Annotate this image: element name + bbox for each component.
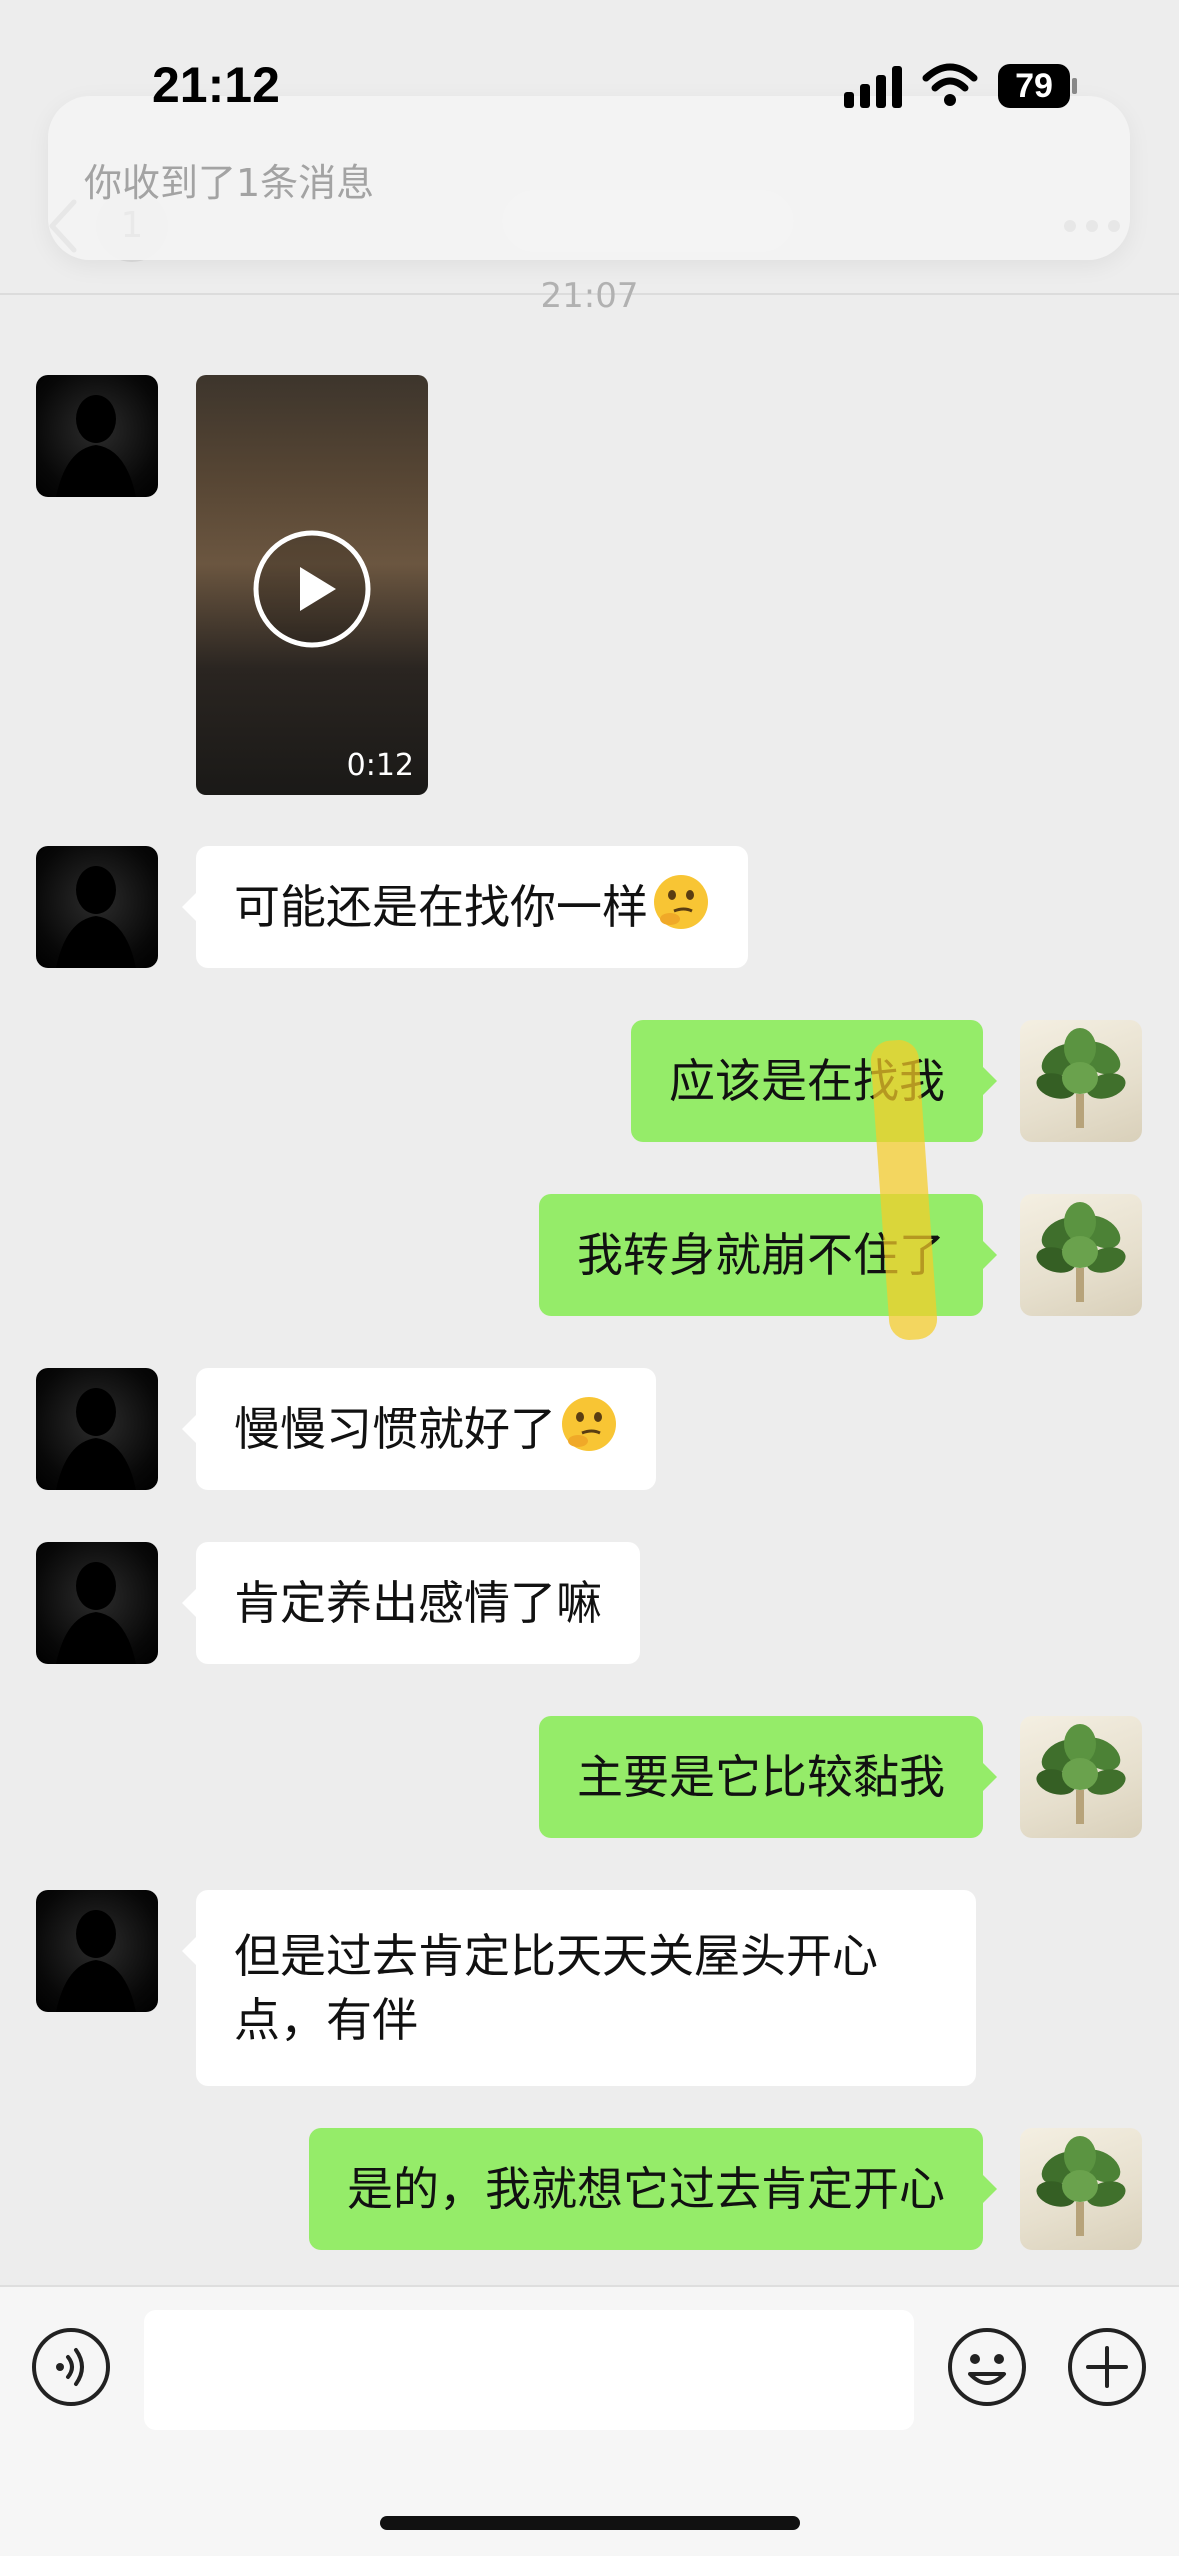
message-text: 是的，我就想它过去肯定开心: [347, 2162, 945, 2216]
person-silhouette-icon: [56, 395, 136, 497]
video-duration: 0:12: [346, 748, 414, 783]
received-message[interactable]: 慢慢习惯就好了: [182, 1368, 656, 1490]
video-message[interactable]: 0:12: [196, 375, 428, 795]
received-message[interactable]: 可能还是在找你一样: [182, 846, 748, 968]
my-avatar[interactable]: [1020, 2128, 1142, 2250]
sent-message[interactable]: 应该是在找我: [631, 1020, 997, 1142]
received-message[interactable]: 肯定养出感情了嘛: [182, 1542, 640, 1664]
play-icon[interactable]: [250, 527, 374, 651]
contact-avatar[interactable]: [36, 1542, 158, 1664]
plant-icon: [1036, 1202, 1126, 1302]
message-text-line: 点，有伴: [234, 1993, 418, 2047]
plus-icon[interactable]: [1066, 2326, 1148, 2408]
person-silhouette-icon: [56, 1388, 136, 1490]
contact-avatar[interactable]: [36, 1368, 158, 1490]
contact-avatar[interactable]: [36, 1890, 158, 2012]
my-avatar[interactable]: [1020, 1020, 1142, 1142]
message-timestamp: 21:07: [540, 276, 639, 316]
wifi-icon: [922, 63, 978, 106]
plant-icon: [1036, 1724, 1126, 1824]
message-text-line: 但是过去肯定比天天关屋头开心: [234, 1929, 878, 1983]
thinking-face-icon: [562, 1397, 616, 1451]
message-input[interactable]: [144, 2310, 914, 2430]
sent-message[interactable]: 是的，我就想它过去肯定开心: [309, 2128, 997, 2250]
message-text: 可能还是在找你一样: [234, 880, 648, 934]
battery-level: 79: [1015, 67, 1053, 105]
message-text: 慢慢习惯就好了: [234, 1402, 556, 1456]
home-indicator[interactable]: [380, 2516, 800, 2530]
message-text: 主要是它比较黏我: [577, 1750, 945, 1804]
signal-icon: [844, 66, 902, 108]
emoji-icon[interactable]: [946, 2326, 1028, 2408]
plant-icon: [1036, 1028, 1126, 1128]
status-bar: 21:12 79: [0, 0, 1179, 170]
status-time: 21:12: [152, 57, 280, 113]
person-silhouette-icon: [56, 866, 136, 968]
contact-avatar[interactable]: [36, 846, 158, 968]
contact-avatar[interactable]: [36, 375, 158, 497]
thinking-face-icon: [654, 875, 708, 929]
sent-message[interactable]: 主要是它比较黏我: [539, 1716, 997, 1838]
message-text: 肯定养出感情了嘛: [234, 1576, 602, 1630]
my-avatar[interactable]: [1020, 1716, 1142, 1838]
voice-icon[interactable]: [30, 2326, 112, 2408]
person-silhouette-icon: [56, 1562, 136, 1664]
my-avatar[interactable]: [1020, 1194, 1142, 1316]
received-message[interactable]: 但是过去肯定比天天关屋头开心 点，有伴: [182, 1890, 976, 2086]
plant-icon: [1036, 2136, 1126, 2236]
person-silhouette-icon: [56, 1910, 136, 2012]
